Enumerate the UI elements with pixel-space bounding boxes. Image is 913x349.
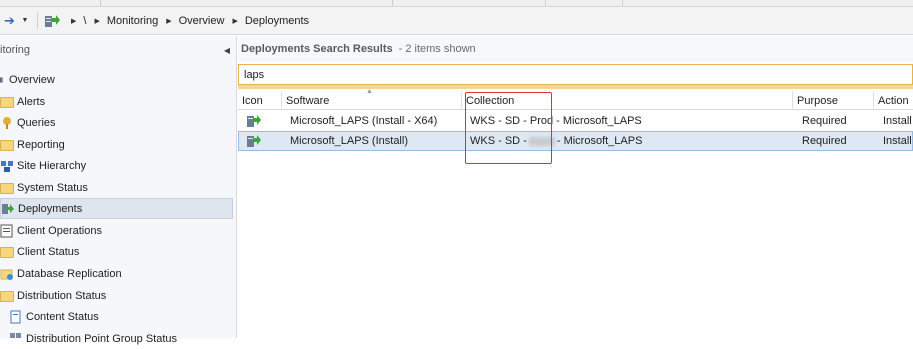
tree-item-queries[interactable]: Queries (0, 112, 233, 133)
site-hierarchy-icon (1, 160, 13, 172)
column-label: Purpose (797, 94, 838, 107)
tree-item-database-replication[interactable]: Database Replication (0, 263, 233, 284)
chevron-right-icon[interactable]: ▶ (94, 17, 99, 25)
column-header-collection[interactable]: Collection (462, 91, 793, 110)
tree-item-site-hierarchy[interactable]: Site Hierarchy (0, 155, 233, 176)
title-strip (0, 0, 913, 7)
breadcrumb-overview[interactable]: Overview (179, 15, 225, 27)
breadcrumb: ▶ \ ▶ Monitoring ▶ Overview ▶ Deployment… (63, 15, 309, 27)
client-operations-icon (0, 224, 13, 237)
search-input[interactable] (244, 68, 844, 81)
search-options-bar (238, 85, 913, 89)
breadcrumb-monitoring[interactable]: Monitoring (107, 15, 158, 27)
folder-icon (0, 183, 14, 194)
cell-purpose: Required (802, 135, 847, 147)
breadcrumb-root[interactable]: \ (83, 15, 86, 27)
folder-icon (0, 247, 14, 258)
results-title: Deployments Search Results (241, 43, 393, 55)
deployment-row-icon (247, 135, 261, 147)
tree-item-system-status[interactable]: System Status (0, 177, 233, 198)
navigation-pane: itoring ◀ Overview Alerts Queries Report… (0, 36, 237, 345)
folder-icon (0, 291, 14, 302)
tree-item-label: Database Replication (17, 267, 122, 280)
navigation-pane-title: itoring (0, 44, 30, 56)
collection-suffix: - Microsoft_LAPS (556, 135, 643, 147)
collapse-pane-icon[interactable]: ◀ (224, 46, 230, 55)
cell-action: Install (883, 135, 912, 147)
search-box[interactable] (238, 64, 913, 85)
forward-arrow-icon[interactable]: ➔ (0, 10, 19, 32)
tree-item-label: Queries (17, 116, 56, 129)
cell-collection: WKS - SD - Prod - Microsoft_LAPS (470, 115, 642, 127)
tree-item-label: Client Status (17, 245, 80, 258)
tree-item-label: System Status (17, 181, 88, 194)
tree-item-distribution-status[interactable]: Distribution Status (0, 285, 233, 306)
tree-item-label: Site Hierarchy (17, 159, 87, 172)
navigation-pane-header: itoring ◀ (0, 36, 236, 64)
tree-item-overview[interactable]: Overview (0, 69, 233, 90)
tree-item-label: Reporting (17, 138, 65, 151)
folder-icon (0, 97, 14, 108)
column-header-icon[interactable]: Icon (238, 91, 282, 110)
cell-action: Install (883, 115, 912, 127)
tree-item-distribution-point-group-status[interactable]: Distribution Point Group Status (0, 328, 233, 349)
column-header-action[interactable]: Action (874, 91, 913, 110)
results-header: Deployments Search Results - 2 items sho… (238, 36, 913, 62)
breadcrumb-deployments[interactable]: Deployments (245, 15, 309, 27)
results-pane: Deployments Search Results - 2 items sho… (238, 36, 913, 338)
sort-ascending-icon: ▲ (366, 88, 373, 95)
divider (37, 12, 38, 29)
table-row-selected[interactable]: Microsoft_LAPS (Install) WKS - SD - - Mi… (238, 131, 913, 151)
collection-prefix: WKS - SD - (470, 135, 527, 147)
column-label: Icon (242, 94, 263, 107)
tree-item-label: Client Operations (17, 224, 102, 237)
history-dropdown-icon[interactable]: ▼ (19, 10, 31, 32)
address-bar: ➔ ▼ ▶ \ ▶ Monitoring ▶ Overview ▶ Deploy… (0, 7, 913, 35)
column-label: Software (286, 94, 330, 107)
folder-icon (0, 140, 14, 151)
column-header-purpose[interactable]: Purpose (793, 91, 874, 110)
content-status-icon (10, 310, 21, 323)
chevron-right-icon[interactable]: ▶ (166, 17, 171, 25)
deployments-icon (2, 203, 14, 214)
tree-item-content-status[interactable]: Content Status (0, 306, 233, 327)
tree-item-client-operations[interactable]: Client Operations (0, 220, 233, 241)
tree-item-alerts[interactable]: Alerts (0, 91, 233, 112)
deployments-node-icon (45, 14, 60, 27)
tree-item-client-status[interactable]: Client Status (0, 241, 233, 262)
chevron-right-icon[interactable]: ▶ (71, 17, 76, 25)
results-count: - 2 items shown (398, 43, 476, 55)
queries-icon (3, 116, 11, 129)
deployment-row-icon (247, 115, 261, 127)
database-replication-icon (0, 269, 13, 280)
chevron-right-icon[interactable]: ▶ (232, 17, 237, 25)
overview-icon (0, 76, 3, 83)
tree-item-label: Distribution Point Group Status (26, 332, 178, 345)
tree-item-deployments[interactable]: Deployments (0, 198, 233, 219)
tree-item-reporting[interactable]: Reporting (0, 134, 233, 155)
grid-header: Icon Software Collection Purpose Action … (238, 88, 913, 110)
tree-item-label: Deployments (18, 202, 83, 215)
tree-item-label: Overview (9, 73, 55, 86)
column-label: Collection (466, 94, 515, 107)
cell-software: Microsoft_LAPS (Install) (290, 135, 408, 147)
tree-item-label: Content Status (26, 310, 99, 323)
table-row[interactable]: Microsoft_LAPS (Install - X64) WKS - SD … (238, 111, 913, 131)
tree-item-label: Distribution Status (17, 289, 107, 302)
cell-collection: WKS - SD - - Microsoft_LAPS (470, 131, 642, 151)
column-label: Action (878, 94, 909, 107)
tree-item-label: Alerts (17, 95, 46, 108)
redacted-text (528, 136, 555, 146)
cell-software: Microsoft_LAPS (Install - X64) (290, 115, 438, 127)
cell-purpose: Required (802, 115, 847, 127)
group-status-icon (10, 332, 21, 338)
